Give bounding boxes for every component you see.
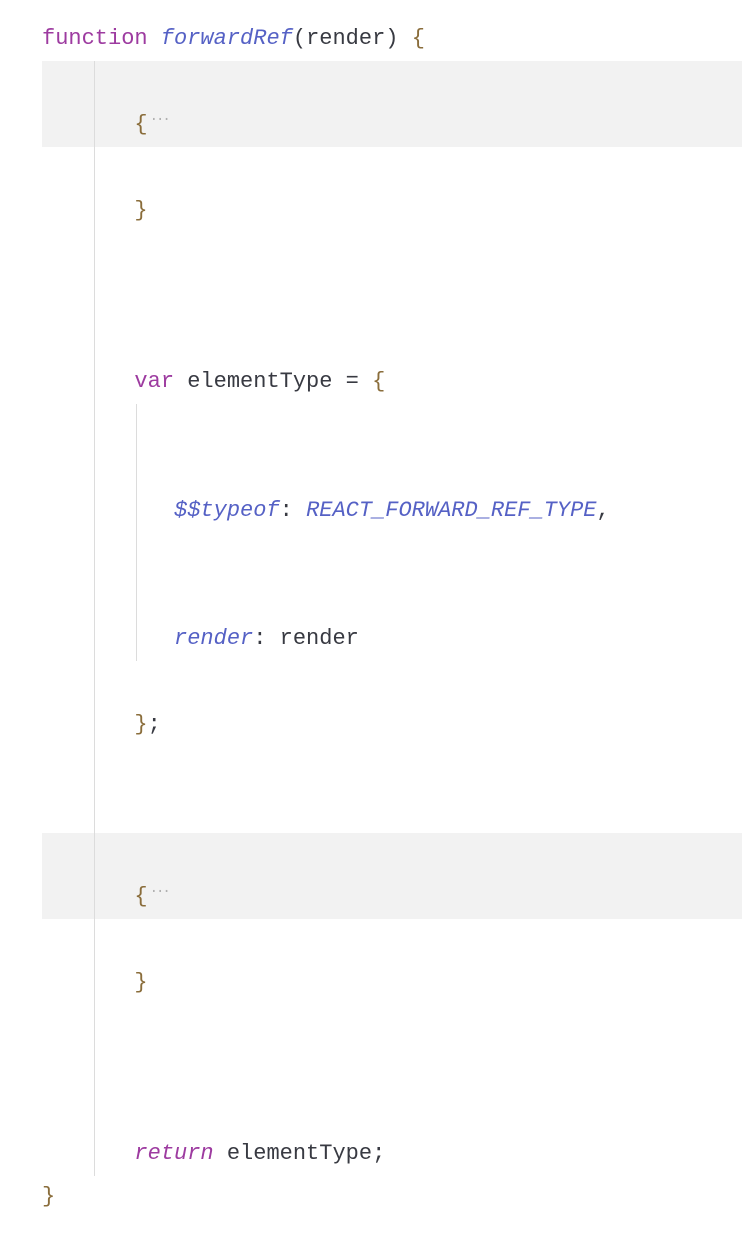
code-line-folded: {··· bbox=[42, 61, 742, 147]
brace-close: } bbox=[134, 712, 147, 737]
indent-guide bbox=[94, 533, 95, 662]
semicolon: ; bbox=[148, 712, 161, 737]
paren-close: ) bbox=[385, 26, 398, 51]
code-line: var elementType = { bbox=[42, 318, 742, 404]
indent-guide bbox=[94, 747, 95, 833]
indent-guide bbox=[94, 318, 95, 404]
brace-close: } bbox=[134, 970, 147, 995]
keyword-var: var bbox=[134, 369, 174, 394]
indent-guide bbox=[94, 833, 95, 919]
code-editor[interactable]: function forwardRef(render) { {··· } var… bbox=[42, 18, 742, 1219]
brace-open: { bbox=[412, 26, 425, 51]
code-line-empty bbox=[42, 1004, 742, 1090]
indent-guide bbox=[94, 404, 95, 533]
code-line: function forwardRef(render) { bbox=[42, 18, 742, 61]
paren-open: ( bbox=[293, 26, 306, 51]
code-line: render: render bbox=[42, 533, 742, 662]
keyword-function: function bbox=[42, 26, 148, 51]
indent-guide bbox=[94, 1004, 95, 1090]
code-line: } bbox=[42, 1176, 742, 1219]
brace-close: } bbox=[134, 198, 147, 223]
operator-equals: = bbox=[346, 369, 359, 394]
comma: , bbox=[597, 498, 610, 523]
colon: : bbox=[280, 498, 293, 523]
property-value: REACT_FORWARD_REF_TYPE bbox=[306, 498, 596, 523]
function-name: forwardRef bbox=[161, 26, 293, 51]
code-line: } bbox=[42, 147, 742, 233]
keyword-return: return bbox=[134, 1141, 213, 1166]
brace-open: { bbox=[372, 369, 385, 394]
code-line-folded: {··· bbox=[42, 833, 742, 919]
identifier: elementType bbox=[187, 369, 332, 394]
property-value: render bbox=[280, 626, 359, 651]
indent-guide bbox=[136, 533, 137, 662]
fold-marker-icon[interactable]: ··· bbox=[148, 879, 169, 906]
fold-marker-icon[interactable]: ··· bbox=[148, 107, 169, 134]
indent-guide bbox=[136, 404, 137, 533]
colon: : bbox=[253, 626, 266, 651]
brace-open: { bbox=[134, 884, 147, 909]
param-render: render bbox=[306, 26, 385, 51]
indent-guide bbox=[94, 147, 95, 233]
indent-guide bbox=[94, 919, 95, 1005]
semicolon: ; bbox=[372, 1141, 385, 1166]
code-line: } bbox=[42, 919, 742, 1005]
property-key: $$typeof bbox=[174, 498, 280, 523]
indent-guide bbox=[94, 232, 95, 318]
code-line-empty bbox=[42, 747, 742, 833]
brace-close: } bbox=[42, 1184, 55, 1209]
indent-guide bbox=[94, 61, 95, 147]
code-line: return elementType; bbox=[42, 1090, 742, 1176]
identifier: elementType bbox=[227, 1141, 372, 1166]
code-line: }; bbox=[42, 661, 742, 747]
code-line-empty bbox=[42, 232, 742, 318]
property-key: render bbox=[174, 626, 253, 651]
indent-guide bbox=[94, 1090, 95, 1176]
indent-guide bbox=[94, 661, 95, 747]
brace-open: { bbox=[134, 112, 147, 137]
code-line: $$typeof: REACT_FORWARD_REF_TYPE, bbox=[42, 404, 742, 533]
